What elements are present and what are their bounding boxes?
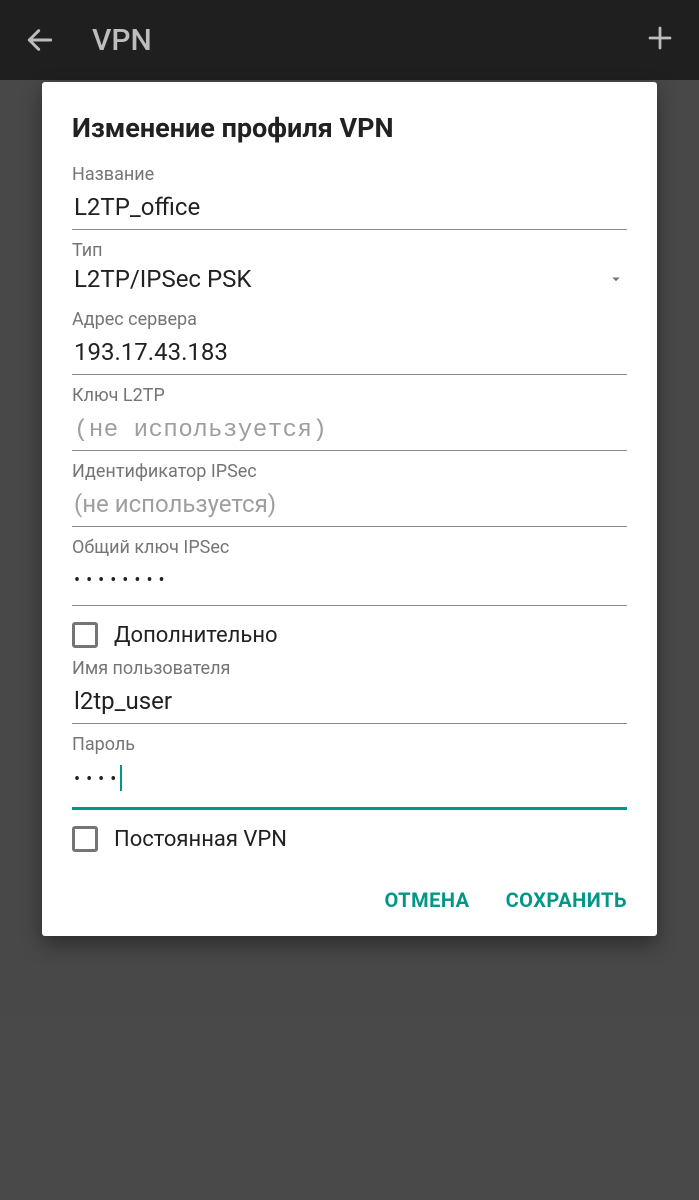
arrow-left-icon xyxy=(24,24,56,56)
ipsec-id-input[interactable] xyxy=(72,484,627,527)
always-on-checkbox[interactable] xyxy=(72,826,98,852)
back-button[interactable] xyxy=(24,24,56,56)
password-input[interactable]: •••• xyxy=(72,757,627,810)
advanced-checkbox[interactable] xyxy=(72,622,98,648)
type-value: L2TP/IPSec PSK xyxy=(74,265,607,293)
caret-down-icon xyxy=(607,270,625,288)
name-label: Название xyxy=(72,164,627,185)
edit-vpn-dialog: Изменение профиля VPN Название Тип L2TP/… xyxy=(42,82,657,936)
save-button[interactable]: СОХРАНИТЬ xyxy=(506,888,627,912)
password-mask: •••• xyxy=(74,769,122,790)
username-label: Имя пользователя xyxy=(72,658,627,679)
password-label: Пароль xyxy=(72,734,627,755)
dialog-actions: ОТМЕНА СОХРАНИТЬ xyxy=(42,862,657,922)
add-button[interactable] xyxy=(645,23,675,57)
advanced-checkbox-row[interactable]: Дополнительно xyxy=(72,606,627,658)
server-label: Адрес сервера xyxy=(72,309,627,330)
ipsec-psk-label: Общий ключ IPSec xyxy=(72,537,627,558)
username-input[interactable] xyxy=(72,681,627,724)
l2tp-key-input[interactable] xyxy=(72,408,627,451)
type-label: Тип xyxy=(72,240,627,261)
app-bar-title: VPN xyxy=(92,23,645,58)
cancel-button[interactable]: ОТМЕНА xyxy=(385,888,470,912)
always-on-label: Постоянная VPN xyxy=(114,827,287,852)
plus-icon xyxy=(645,23,675,53)
type-select[interactable]: L2TP/IPSec PSK xyxy=(72,263,627,299)
always-on-checkbox-row[interactable]: Постоянная VPN xyxy=(72,810,627,862)
app-bar: VPN xyxy=(0,0,699,80)
text-caret xyxy=(120,765,122,791)
advanced-label: Дополнительно xyxy=(114,623,278,648)
ipsec-id-label: Идентификатор IPSec xyxy=(72,461,627,482)
l2tp-key-label: Ключ L2TP xyxy=(72,385,627,406)
name-input[interactable] xyxy=(72,187,627,230)
ipsec-psk-input[interactable]: •••••••• xyxy=(72,560,627,606)
server-input[interactable] xyxy=(72,332,627,375)
dialog-title: Изменение профиля VPN xyxy=(72,112,627,144)
